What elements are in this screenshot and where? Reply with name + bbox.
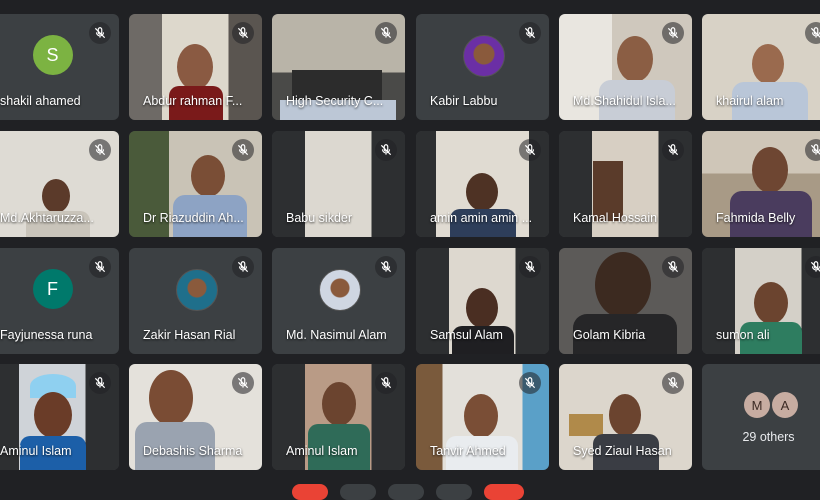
participant-tile[interactable]: amin amin amin ... [416, 131, 549, 237]
mic-off-icon [805, 22, 820, 44]
participant-name: Md.Akhtaruzza... [0, 211, 94, 225]
others-tile[interactable]: M A 29 others [702, 364, 820, 470]
participant-name: amin amin amin ... [430, 211, 533, 225]
participant-tile[interactable]: Zakir Hasan Rial [129, 248, 262, 354]
participant-name: High Security C... [286, 94, 384, 108]
participant-tile[interactable]: Syed Ziaul Hasan [559, 364, 692, 470]
participant-name: Aminul Islam [286, 444, 358, 458]
control-button[interactable] [340, 484, 376, 500]
participant-name: Syed Ziaul Hasan [573, 444, 672, 458]
mic-off-icon [232, 372, 254, 394]
mic-off-icon [89, 256, 111, 278]
mic-off-icon [232, 139, 254, 161]
participant-tile[interactable]: Golam Kibria [559, 248, 692, 354]
mic-off-icon [89, 139, 111, 161]
mic-off-icon [519, 22, 541, 44]
participant-name: Kabir Labbu [430, 94, 498, 108]
participant-name: Abdur rahman F... [143, 94, 243, 108]
participant-tile[interactable]: sumon ali [702, 248, 820, 354]
mic-off-icon [662, 139, 684, 161]
mic-off-icon [519, 139, 541, 161]
participant-tile[interactable]: Aminul Islam [272, 364, 405, 470]
participant-tile[interactable]: Debashis Sharma [129, 364, 262, 470]
participant-name: Fayjunessa runa [0, 328, 93, 342]
participant-name: Aminul Islam [0, 444, 72, 458]
mic-off-icon [662, 372, 684, 394]
leave-call-button[interactable] [484, 484, 524, 500]
mic-off-icon [89, 22, 111, 44]
mic-off-icon [89, 372, 111, 394]
participant-name: Zakir Hasan Rial [143, 328, 236, 342]
control-button[interactable] [292, 484, 328, 500]
mic-off-icon [232, 256, 254, 278]
participant-name: Golam Kibria [573, 328, 646, 342]
mic-off-icon [375, 372, 397, 394]
participant-name: Fahmida Belly [716, 211, 796, 225]
mic-off-icon [375, 256, 397, 278]
mic-off-icon [805, 139, 820, 161]
participant-name: Babu sikder [286, 211, 353, 225]
avatar [318, 269, 361, 311]
participant-tile[interactable]: Kabir Labbu [416, 14, 549, 120]
avatar [175, 269, 218, 311]
participant-tile[interactable]: khairul alam [702, 14, 820, 120]
participant-tile[interactable]: Tanvir Ahmed [416, 364, 549, 470]
participant-tile[interactable]: Aminul Islam [0, 364, 119, 470]
participant-name: Dr Riazuddin Ah... [143, 211, 244, 225]
others-count: 29 others [742, 430, 795, 444]
mic-off-icon [519, 372, 541, 394]
avatar: F [32, 269, 73, 309]
mic-off-icon [662, 256, 684, 278]
participant-name: Tanvir Ahmed [430, 444, 506, 458]
control-button[interactable] [436, 484, 472, 500]
participant-name: Md.Shahidul Isla... [573, 94, 676, 108]
participant-tile[interactable]: Kamal Hossain [559, 131, 692, 237]
avatar [462, 35, 505, 77]
participant-name: khairul alam [716, 94, 784, 108]
control-button[interactable] [388, 484, 424, 500]
participant-name: sumon ali [716, 328, 770, 342]
participant-name: Samsul Alam [430, 328, 503, 342]
mic-off-icon [519, 256, 541, 278]
participant-tile[interactable]: Samsul Alam [416, 248, 549, 354]
avatar: S [32, 35, 73, 75]
participant-name: shakil ahamed [0, 94, 81, 108]
mic-off-icon [232, 22, 254, 44]
avatar: M [744, 392, 770, 418]
participant-name: Kamal Hossain [573, 211, 658, 225]
participant-name: Debashis Sharma [143, 444, 243, 458]
avatar: A [772, 392, 798, 418]
mic-off-icon [375, 22, 397, 44]
participant-tile[interactable]: Md. Nasimul Alam [272, 248, 405, 354]
participant-tile[interactable]: Abdur rahman F... [129, 14, 262, 120]
others-avatars: M A [744, 392, 800, 418]
participant-tile[interactable]: Dr Riazuddin Ah... [129, 131, 262, 237]
mic-off-icon [662, 22, 684, 44]
participant-tile[interactable]: Babu sikder [272, 131, 405, 237]
participant-tile[interactable]: High Security C... [272, 14, 405, 120]
participant-tile[interactable]: F Fayjunessa runa [0, 248, 119, 354]
mic-off-icon [805, 256, 820, 278]
participant-name: Md. Nasimul Alam [286, 328, 387, 342]
participant-tile[interactable]: Md.Akhtaruzza... [0, 131, 119, 237]
participant-tile[interactable]: Fahmida Belly [702, 131, 820, 237]
participant-tile[interactable]: Md.Shahidul Isla... [559, 14, 692, 120]
mic-off-icon [375, 139, 397, 161]
participant-tile[interactable]: S shakil ahamed [0, 14, 119, 120]
